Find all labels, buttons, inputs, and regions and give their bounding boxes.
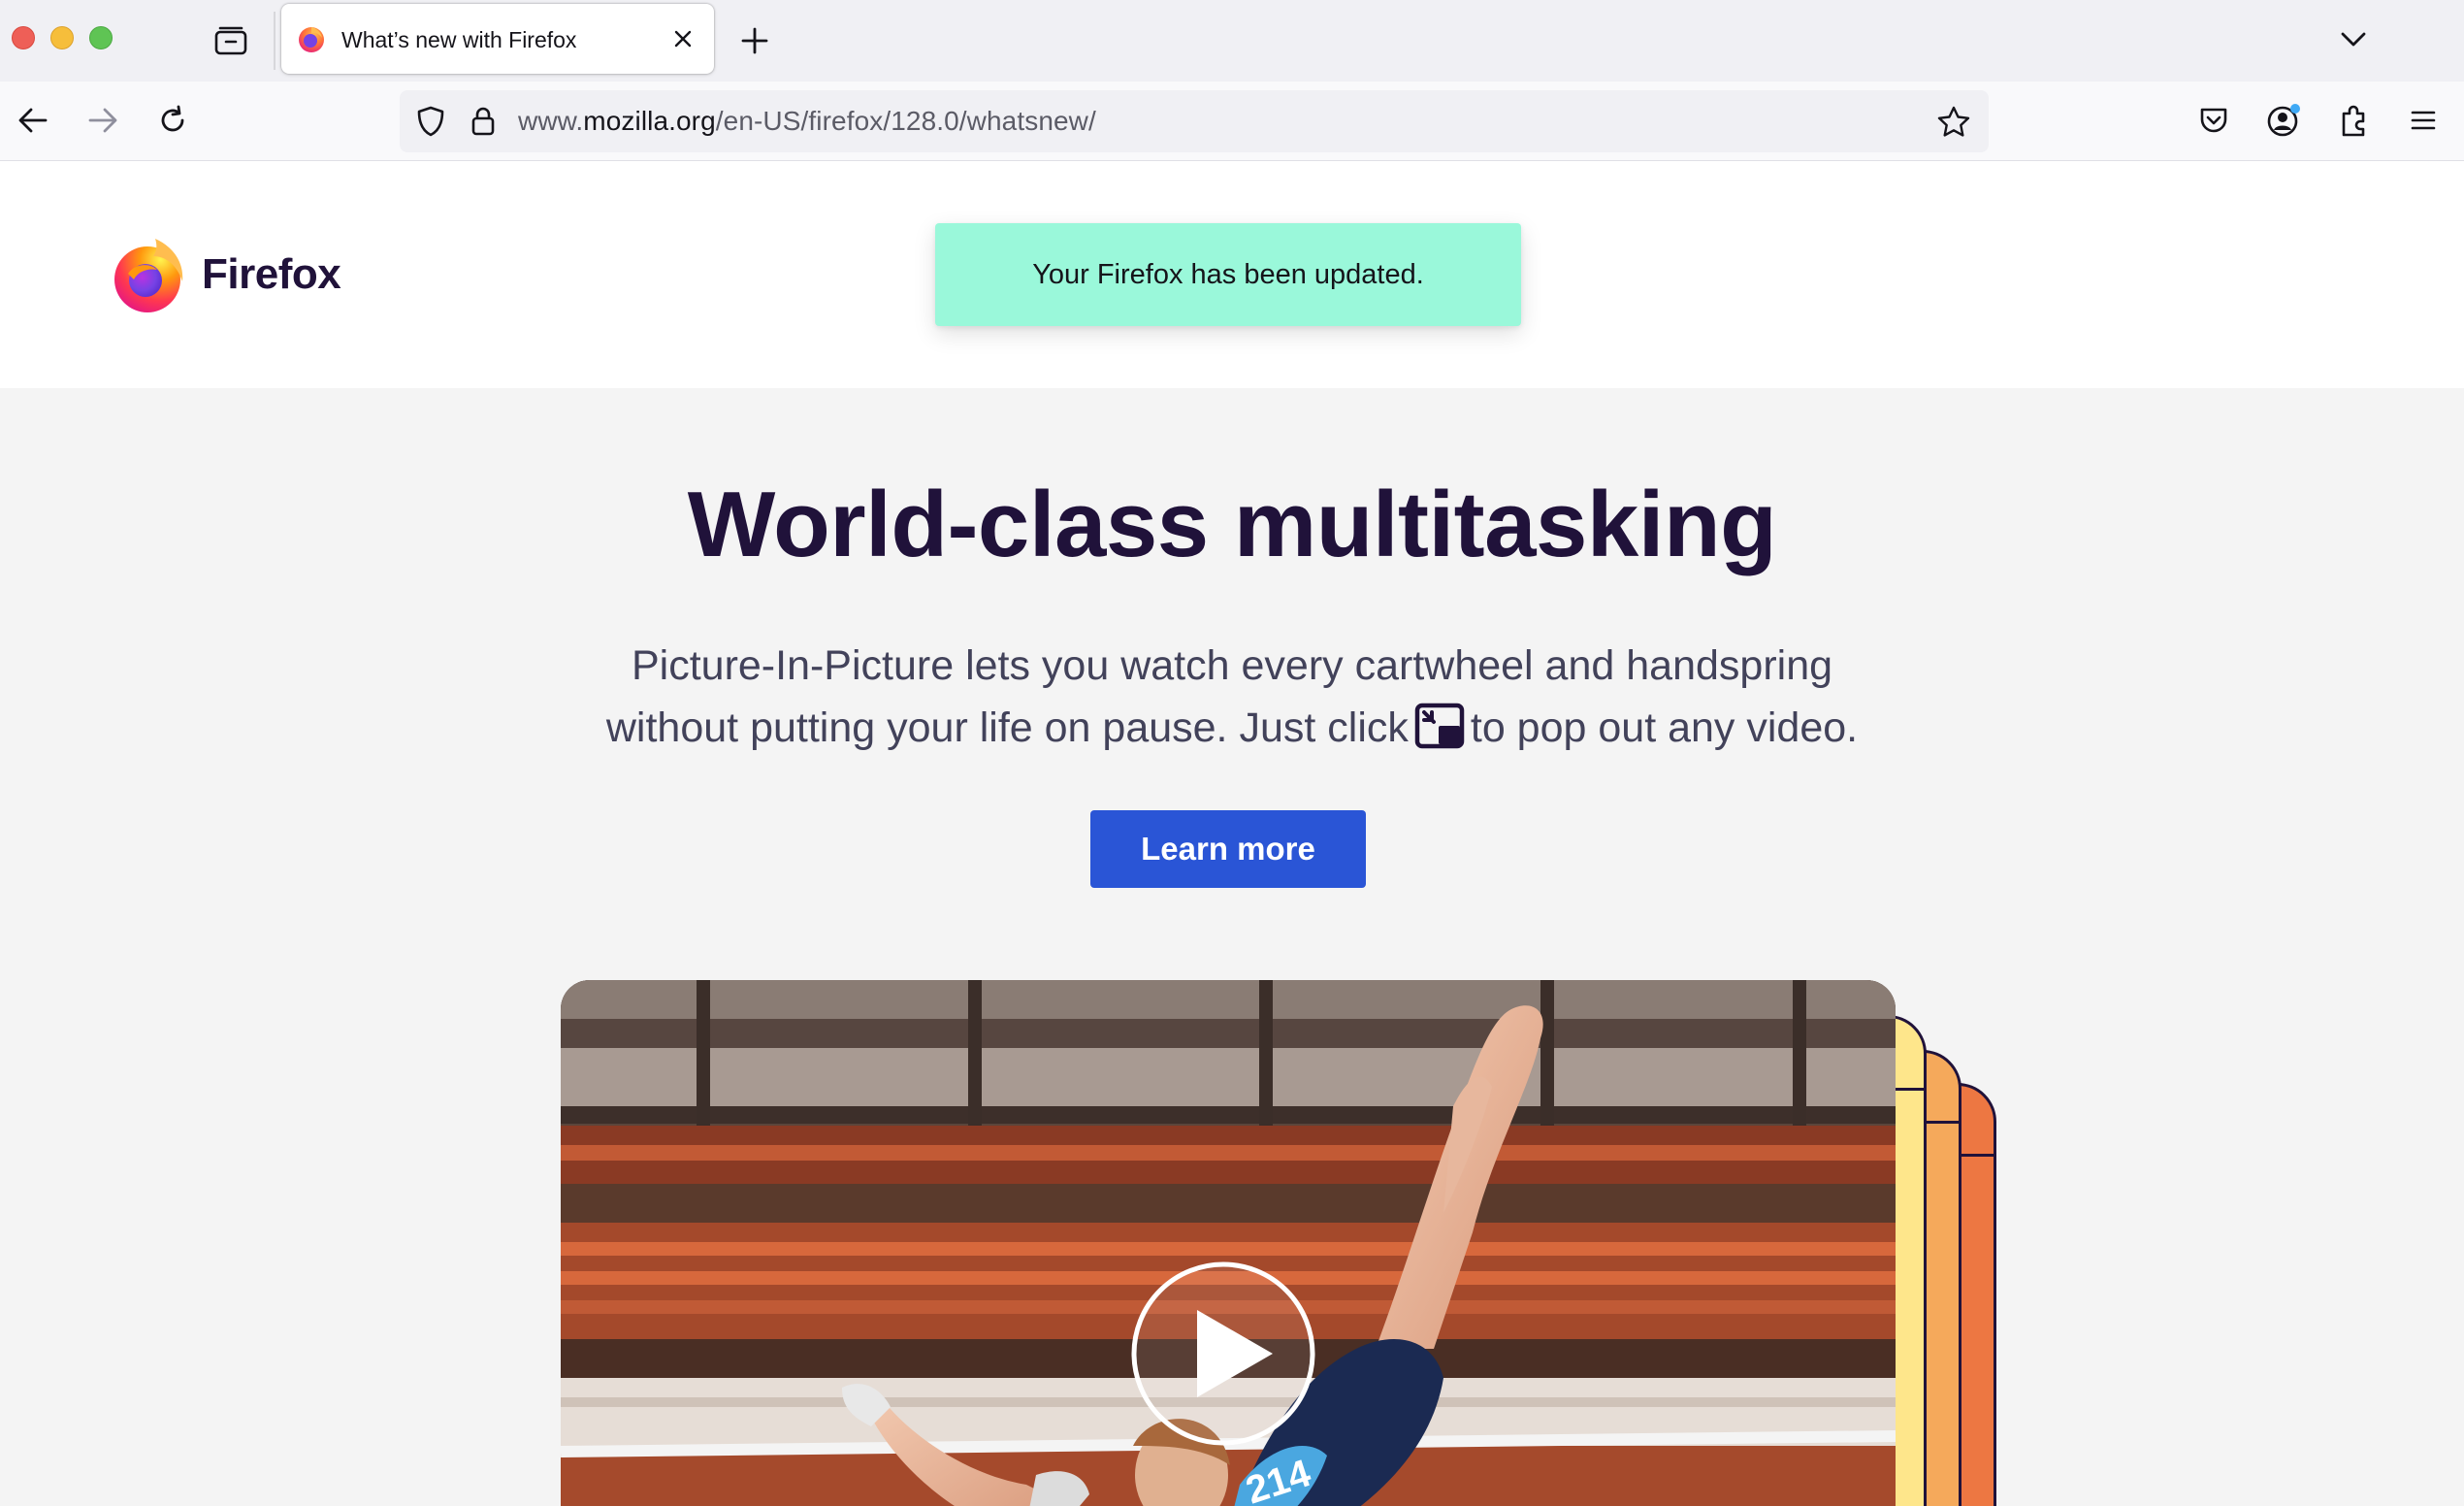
account-icon xyxy=(2267,104,2300,137)
play-button[interactable] xyxy=(1129,1260,1317,1448)
learn-more-label: Learn more xyxy=(1141,831,1315,867)
hero-title: World-class multitasking xyxy=(687,473,1777,576)
firefox-favicon-icon xyxy=(299,27,324,52)
logo-text: Firefox xyxy=(202,250,341,298)
back-button[interactable] xyxy=(10,97,56,144)
chevron-down-icon xyxy=(2341,32,2366,47)
minimize-window-button[interactable] xyxy=(50,26,74,49)
puzzle-icon xyxy=(2342,105,2365,137)
firefox-view-button[interactable] xyxy=(210,19,252,62)
firefox-logo-icon xyxy=(114,239,183,312)
url-prefix: www. xyxy=(518,106,584,136)
hero-body: Picture-In-Picture lets you watch every … xyxy=(456,635,2008,759)
reload-button[interactable] xyxy=(149,97,196,144)
picture-in-picture-icon xyxy=(1414,703,1465,749)
lock-icon xyxy=(471,107,495,136)
tab-title: What’s new with Firefox xyxy=(341,27,577,52)
firefox-logo-link[interactable]: Firefox xyxy=(109,231,341,318)
pocket-button[interactable] xyxy=(2190,97,2237,144)
bookmark-button[interactable] xyxy=(1932,100,1975,143)
star-icon xyxy=(1937,106,1970,137)
close-icon xyxy=(674,30,692,48)
zoom-window-button[interactable] xyxy=(89,26,113,49)
new-tab-button[interactable] xyxy=(731,19,778,62)
pocket-icon xyxy=(2200,108,2227,133)
forward-arrow-icon xyxy=(88,108,117,133)
hero-body-line1: Picture-In-Picture lets you watch every … xyxy=(631,642,1833,689)
url-path: /en-US/firefox/128.0/whatsnew/ xyxy=(715,106,1096,136)
url-domain: mozilla.org xyxy=(583,106,716,136)
shield-icon xyxy=(417,106,444,137)
url-text[interactable]: www.mozilla.org/en-US/firefox/128.0/what… xyxy=(518,106,1096,137)
list-all-tabs-button[interactable] xyxy=(2330,17,2377,60)
site-security-button[interactable] xyxy=(462,100,504,143)
plus-icon xyxy=(741,27,768,54)
tab-whats-new[interactable]: What’s new with Firefox xyxy=(281,4,714,74)
tab-strip: What’s new with Firefox xyxy=(0,0,2464,82)
app-menu-button[interactable] xyxy=(2400,97,2447,144)
back-arrow-icon xyxy=(18,108,48,133)
tab-separator xyxy=(274,12,276,70)
reload-icon xyxy=(161,105,184,132)
site-header: Firefox Your Firefox has been updated. xyxy=(0,161,2464,388)
close-tab-button[interactable] xyxy=(665,21,700,56)
tracking-protection-button[interactable] xyxy=(409,100,452,143)
extensions-button[interactable] xyxy=(2330,97,2377,144)
update-notification: Your Firefox has been updated. xyxy=(935,223,1521,326)
hero-body-line2-before: without putting your life on pause. Just… xyxy=(605,704,1409,751)
account-button[interactable] xyxy=(2260,97,2307,144)
learn-more-button[interactable]: Learn more xyxy=(1090,810,1366,888)
tab-list-icon xyxy=(214,26,247,55)
forward-button[interactable] xyxy=(80,97,126,144)
hero-body-line2-after: to pop out any video. xyxy=(1470,704,1859,751)
hamburger-menu-icon xyxy=(2411,111,2436,130)
notification-text: Your Firefox has been updated. xyxy=(1032,258,1424,290)
close-window-button[interactable] xyxy=(12,26,35,49)
address-bar[interactable]: www.mozilla.org/en-US/firefox/128.0/what… xyxy=(400,90,1989,152)
navigation-toolbar: www.mozilla.org/en-US/firefox/128.0/what… xyxy=(0,82,2464,161)
